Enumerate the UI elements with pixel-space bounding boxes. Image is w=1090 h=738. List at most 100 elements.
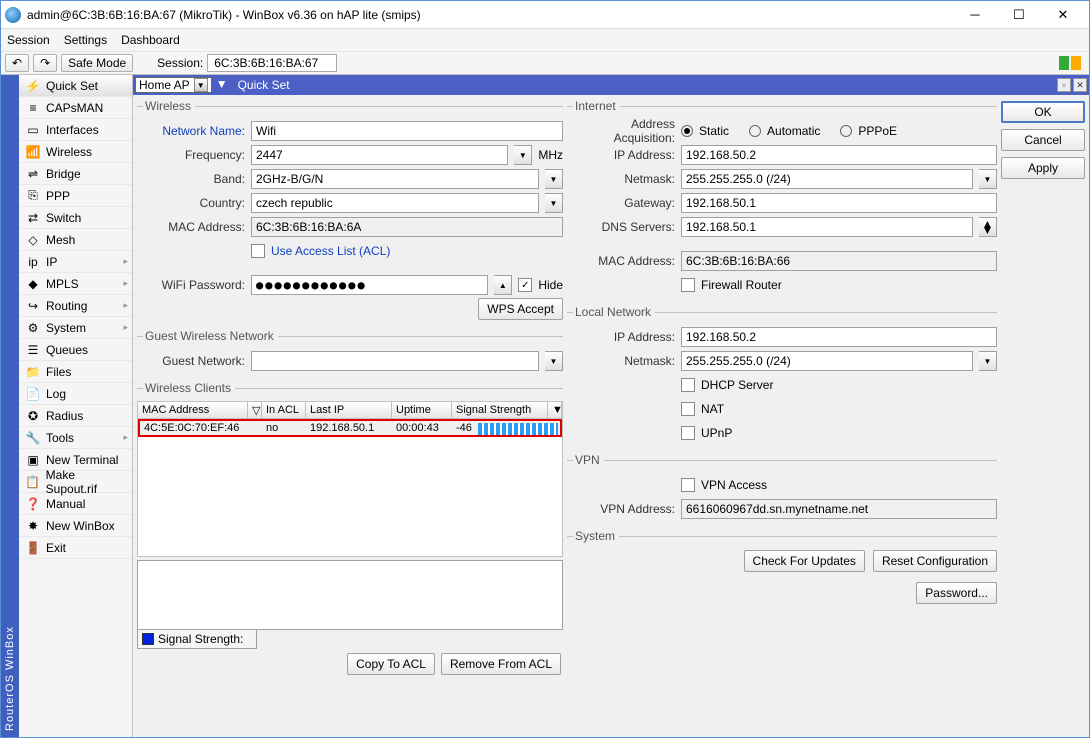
nat-checkbox[interactable] bbox=[681, 402, 695, 416]
wps-accept-button[interactable]: WPS Accept bbox=[478, 298, 563, 320]
sidebar-icon: ↪ bbox=[25, 298, 41, 314]
sidebar-item-system[interactable]: ⚙System▸ bbox=[19, 317, 132, 339]
band-select[interactable]: 2GHz-B/G/N bbox=[251, 169, 539, 189]
sidebar-icon: ⎘ bbox=[25, 188, 41, 204]
acq-pppoe-radio[interactable] bbox=[840, 125, 852, 137]
vpn-access-checkbox[interactable] bbox=[681, 478, 695, 492]
redo-button[interactable]: ↷ bbox=[33, 54, 57, 72]
mode-combo[interactable]: Home AP ▼ bbox=[135, 77, 212, 93]
country-select[interactable]: czech republic bbox=[251, 193, 539, 213]
maximize-button[interactable]: ☐ bbox=[997, 2, 1041, 28]
hide-checkbox[interactable]: ✓ bbox=[518, 278, 532, 292]
acq-static-radio[interactable] bbox=[681, 125, 693, 137]
main-area: Home AP ▼ ▼ Quick Set ▫ ✕ Wireless Netwo… bbox=[133, 75, 1089, 737]
sidebar-item-make-supout-rif[interactable]: 📋Make Supout.rif bbox=[19, 471, 132, 493]
remove-from-acl-button[interactable]: Remove From ACL bbox=[441, 653, 561, 675]
sidebar-item-exit[interactable]: 🚪Exit bbox=[19, 537, 132, 559]
dock-undock-button[interactable]: ▫ bbox=[1057, 78, 1071, 92]
internet-ip-input[interactable]: 192.168.50.2 bbox=[681, 145, 997, 165]
copy-to-acl-button[interactable]: Copy To ACL bbox=[347, 653, 435, 675]
minimize-button[interactable]: ─ bbox=[953, 2, 997, 28]
col-signal[interactable]: Signal Strength bbox=[452, 402, 548, 418]
ok-button[interactable]: OK bbox=[1001, 101, 1085, 123]
sidebar-item-log[interactable]: 📄Log bbox=[19, 383, 132, 405]
mode-extra-button[interactable]: ▼ bbox=[216, 77, 228, 93]
sidebar-item-wireless[interactable]: 📶Wireless bbox=[19, 141, 132, 163]
firewall-checkbox[interactable] bbox=[681, 278, 695, 292]
dhcp-checkbox[interactable] bbox=[681, 378, 695, 392]
local-netmask-input[interactable]: 255.255.255.0 (/24) bbox=[681, 351, 973, 371]
menu-settings[interactable]: Settings bbox=[64, 33, 107, 47]
sidebar-icon: 📄 bbox=[25, 386, 41, 402]
wireless-mac-label: MAC Address: bbox=[137, 220, 245, 234]
apply-button[interactable]: Apply bbox=[1001, 157, 1085, 179]
local-netmask-dd[interactable]: ▼ bbox=[979, 351, 997, 371]
sidebar-item-routing[interactable]: ↪Routing▸ bbox=[19, 295, 132, 317]
acl-checkbox[interactable] bbox=[251, 244, 265, 258]
sidebar-icon: ◆ bbox=[25, 276, 41, 292]
menu-dashboard[interactable]: Dashboard bbox=[121, 33, 180, 47]
client-row-highlighted[interactable]: 4C:5E:0C:70:EF:46 no 192.168.50.1 00:00:… bbox=[138, 419, 562, 437]
col-sort-icon[interactable]: ▽ bbox=[248, 402, 262, 418]
internet-gateway-input[interactable]: 192.168.50.1 bbox=[681, 193, 997, 213]
wifi-pw-dd[interactable]: ▲ bbox=[494, 275, 512, 295]
col-uptime[interactable]: Uptime bbox=[392, 402, 452, 418]
internet-dns-input[interactable]: 192.168.50.1 bbox=[681, 217, 973, 237]
check-updates-button[interactable]: Check For Updates bbox=[744, 550, 865, 572]
reset-config-button[interactable]: Reset Configuration bbox=[873, 550, 997, 572]
frequency-dd[interactable]: ▼ bbox=[514, 145, 532, 165]
sidebar-item-new-winbox[interactable]: ✸New WinBox bbox=[19, 515, 132, 537]
sidebar-item-ip[interactable]: ipIP▸ bbox=[19, 251, 132, 273]
sidebar-item-capsman[interactable]: ≡CAPsMAN bbox=[19, 97, 132, 119]
dock-close-button[interactable]: ✕ bbox=[1073, 78, 1087, 92]
sidebar-icon: ≡ bbox=[25, 100, 41, 116]
close-button[interactable]: ✕ bbox=[1041, 2, 1085, 28]
sidebar-icon: ⇄ bbox=[25, 210, 41, 226]
password-button[interactable]: Password... bbox=[916, 582, 997, 604]
menu-session[interactable]: Session bbox=[7, 33, 50, 47]
vpn-addr-label: VPN Address: bbox=[567, 502, 675, 516]
cancel-button[interactable]: Cancel bbox=[1001, 129, 1085, 151]
sidebar-item-files[interactable]: 📁Files bbox=[19, 361, 132, 383]
col-inacl[interactable]: In ACL bbox=[262, 402, 306, 418]
sidebar-item-bridge[interactable]: ⇌Bridge bbox=[19, 163, 132, 185]
col-more-icon[interactable]: ▼ bbox=[548, 402, 562, 418]
sidebar-item-interfaces[interactable]: ▭Interfaces bbox=[19, 119, 132, 141]
guest-network-select[interactable] bbox=[251, 351, 539, 371]
signal-graph-box bbox=[137, 560, 563, 630]
acq-auto-radio[interactable] bbox=[749, 125, 761, 137]
acq-auto-label: Automatic bbox=[767, 124, 820, 138]
col-lastip[interactable]: Last IP bbox=[306, 402, 392, 418]
sidebar-item-switch[interactable]: ⇄Switch bbox=[19, 207, 132, 229]
sidebar-icon: ▭ bbox=[25, 122, 41, 138]
network-name-input[interactable]: Wifi bbox=[251, 121, 563, 141]
chevron-right-icon: ▸ bbox=[123, 432, 128, 443]
sidebar-item-manual[interactable]: ❓Manual bbox=[19, 493, 132, 515]
internet-netmask-dd[interactable]: ▼ bbox=[979, 169, 997, 189]
wifi-password-input[interactable]: ●●●●●●●●●●●● bbox=[251, 275, 488, 295]
clients-table-body[interactable]: 4C:5E:0C:70:EF:46 no 192.168.50.1 00:00:… bbox=[137, 419, 563, 557]
frequency-input[interactable]: 2447 bbox=[251, 145, 508, 165]
sidebar-icon: ✪ bbox=[25, 408, 41, 424]
upnp-checkbox[interactable] bbox=[681, 426, 695, 440]
sidebar-icon: ☰ bbox=[25, 342, 41, 358]
dock-title: Quick Set bbox=[232, 78, 1053, 92]
safe-mode-button[interactable]: Safe Mode bbox=[61, 54, 133, 72]
sidebar-item-queues[interactable]: ☰Queues bbox=[19, 339, 132, 361]
sidebar-item-tools[interactable]: 🔧Tools▸ bbox=[19, 427, 132, 449]
sidebar-item-quick-set[interactable]: ⚡Quick Set bbox=[19, 75, 132, 97]
chevron-right-icon: ▸ bbox=[123, 322, 128, 333]
dns-updown[interactable]: ▲▼ bbox=[979, 217, 997, 237]
local-ip-input[interactable]: 192.168.50.2 bbox=[681, 327, 997, 347]
sidebar-item-radius[interactable]: ✪Radius bbox=[19, 405, 132, 427]
sidebar-item-mpls[interactable]: ◆MPLS▸ bbox=[19, 273, 132, 295]
sidebar-item-mesh[interactable]: ◇Mesh bbox=[19, 229, 132, 251]
guest-dd[interactable]: ▼ bbox=[545, 351, 563, 371]
internet-netmask-input[interactable]: 255.255.255.0 (/24) bbox=[681, 169, 973, 189]
sidebar-item-ppp[interactable]: ⎘PPP bbox=[19, 185, 132, 207]
col-mac[interactable]: MAC Address bbox=[138, 402, 248, 418]
undo-button[interactable]: ↶ bbox=[5, 54, 29, 72]
internet-mac-label: MAC Address: bbox=[567, 254, 675, 268]
band-dd[interactable]: ▼ bbox=[545, 169, 563, 189]
country-dd[interactable]: ▼ bbox=[545, 193, 563, 213]
